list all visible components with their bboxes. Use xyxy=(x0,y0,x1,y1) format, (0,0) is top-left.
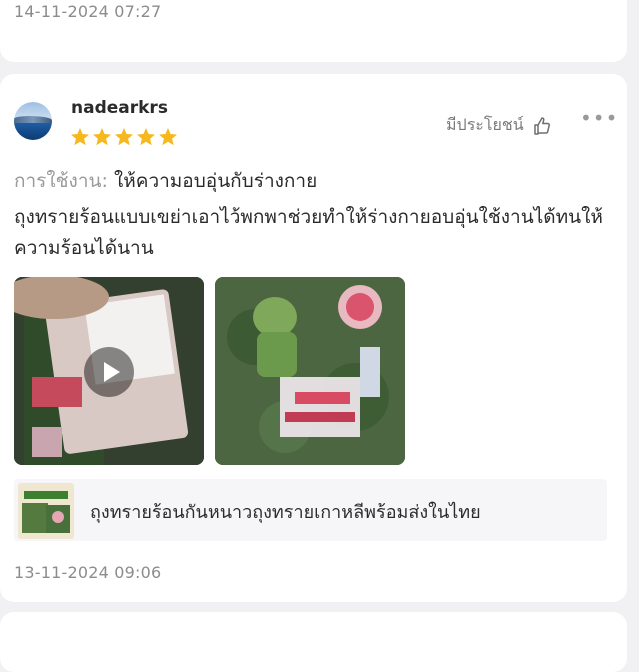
star-icon xyxy=(159,128,177,146)
review-card: nadearkrs มีประโยชน์ ••• การใช้งาน: ให้ค… xyxy=(0,74,627,602)
review-image[interactable] xyxy=(215,277,405,465)
star-icon xyxy=(115,128,133,146)
more-options-icon[interactable]: ••• xyxy=(580,106,618,130)
product-name: ถุงทรายร้อนกันหนาวถุงทรายเกาหลีพร้อมส่งใ… xyxy=(90,502,481,523)
product-link[interactable]: ถุงทรายร้อนกันหนาวถุงทรายเกาหลีพร้อมส่งใ… xyxy=(14,479,607,541)
product-thumbnail xyxy=(18,483,74,539)
usage-value: ให้ความอบอุ่นกับร่างกาย xyxy=(113,170,318,192)
next-review-card xyxy=(0,612,627,672)
star-icon xyxy=(137,128,155,146)
product-photo xyxy=(215,277,405,465)
thumbs-up-icon xyxy=(533,116,550,135)
reviewer-name[interactable]: nadearkrs xyxy=(71,98,168,118)
usage-line: การใช้งาน: ให้ความอบอุ่นกับร่างกาย xyxy=(14,166,317,196)
review-date: 13-11-2024 09:06 xyxy=(14,563,162,582)
helpful-button[interactable]: มีประโยชน์ xyxy=(446,113,552,138)
rating-stars xyxy=(70,127,178,147)
review-video-thumbnail[interactable] xyxy=(14,277,204,465)
usage-label: การใช้งาน: xyxy=(14,170,108,192)
review-text: ถุงทรายร้อนแบบเขย่าเอาไว้พกพาช่วยทำให้ร่… xyxy=(14,206,603,259)
play-icon[interactable] xyxy=(84,347,134,397)
helpful-label: มีประโยชน์ xyxy=(446,115,524,134)
avatar[interactable] xyxy=(14,102,52,140)
previous-review-card: 14-11-2024 07:27 xyxy=(0,0,627,62)
review-date: 14-11-2024 07:27 xyxy=(14,2,162,21)
star-icon xyxy=(71,128,89,146)
star-icon xyxy=(93,128,111,146)
